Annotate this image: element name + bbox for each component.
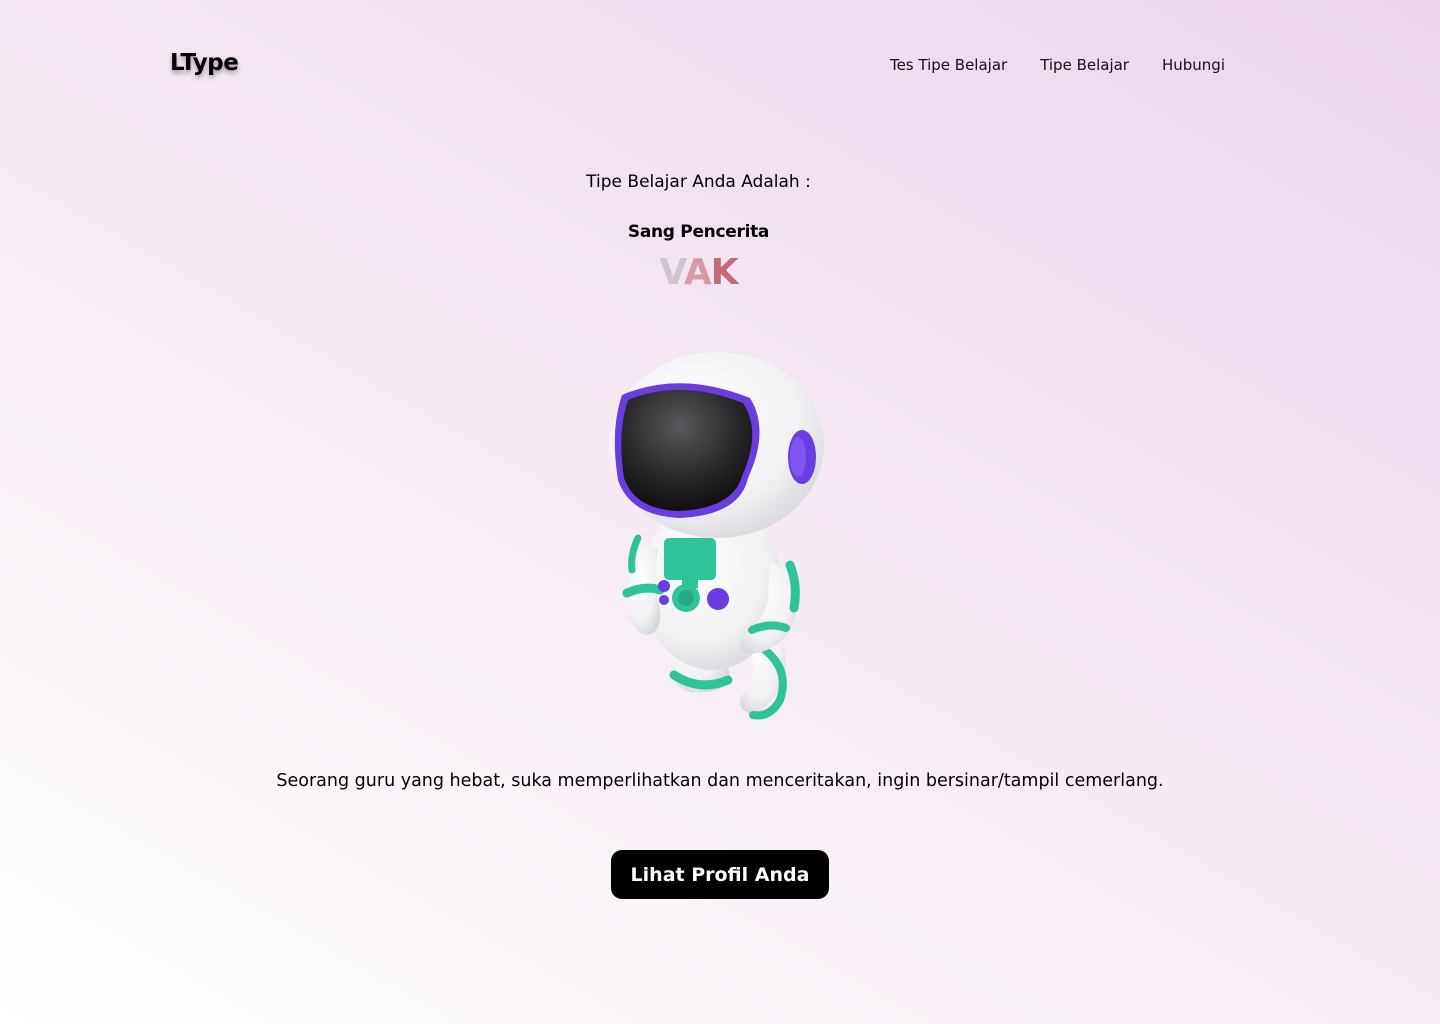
nav-link-tipe-belajar[interactable]: Tipe Belajar bbox=[1040, 56, 1129, 74]
learning-type-description: Seorang guru yang hebat, suka memperliha… bbox=[276, 771, 1164, 791]
top-nav: Tes Tipe Belajar Tipe Belajar Hubungi bbox=[890, 56, 1225, 74]
nav-link-tes-tipe-belajar[interactable]: Tes Tipe Belajar bbox=[890, 56, 1007, 74]
learning-type-code: VAK bbox=[0, 252, 1397, 293]
code-letter-k: K bbox=[710, 252, 739, 293]
view-profile-button[interactable]: Lihat Profil Anda bbox=[611, 850, 829, 899]
result-intro: Tipe Belajar Anda Adalah : bbox=[586, 172, 811, 192]
code-letter-a: A bbox=[683, 252, 712, 293]
astronaut-illustration bbox=[610, 352, 824, 720]
logo[interactable]: LType bbox=[170, 50, 239, 76]
nav-link-hubungi[interactable]: Hubungi bbox=[1162, 56, 1225, 74]
persona-title: Sang Pencerita bbox=[627, 222, 770, 242]
code-letter-v: V bbox=[659, 252, 684, 293]
